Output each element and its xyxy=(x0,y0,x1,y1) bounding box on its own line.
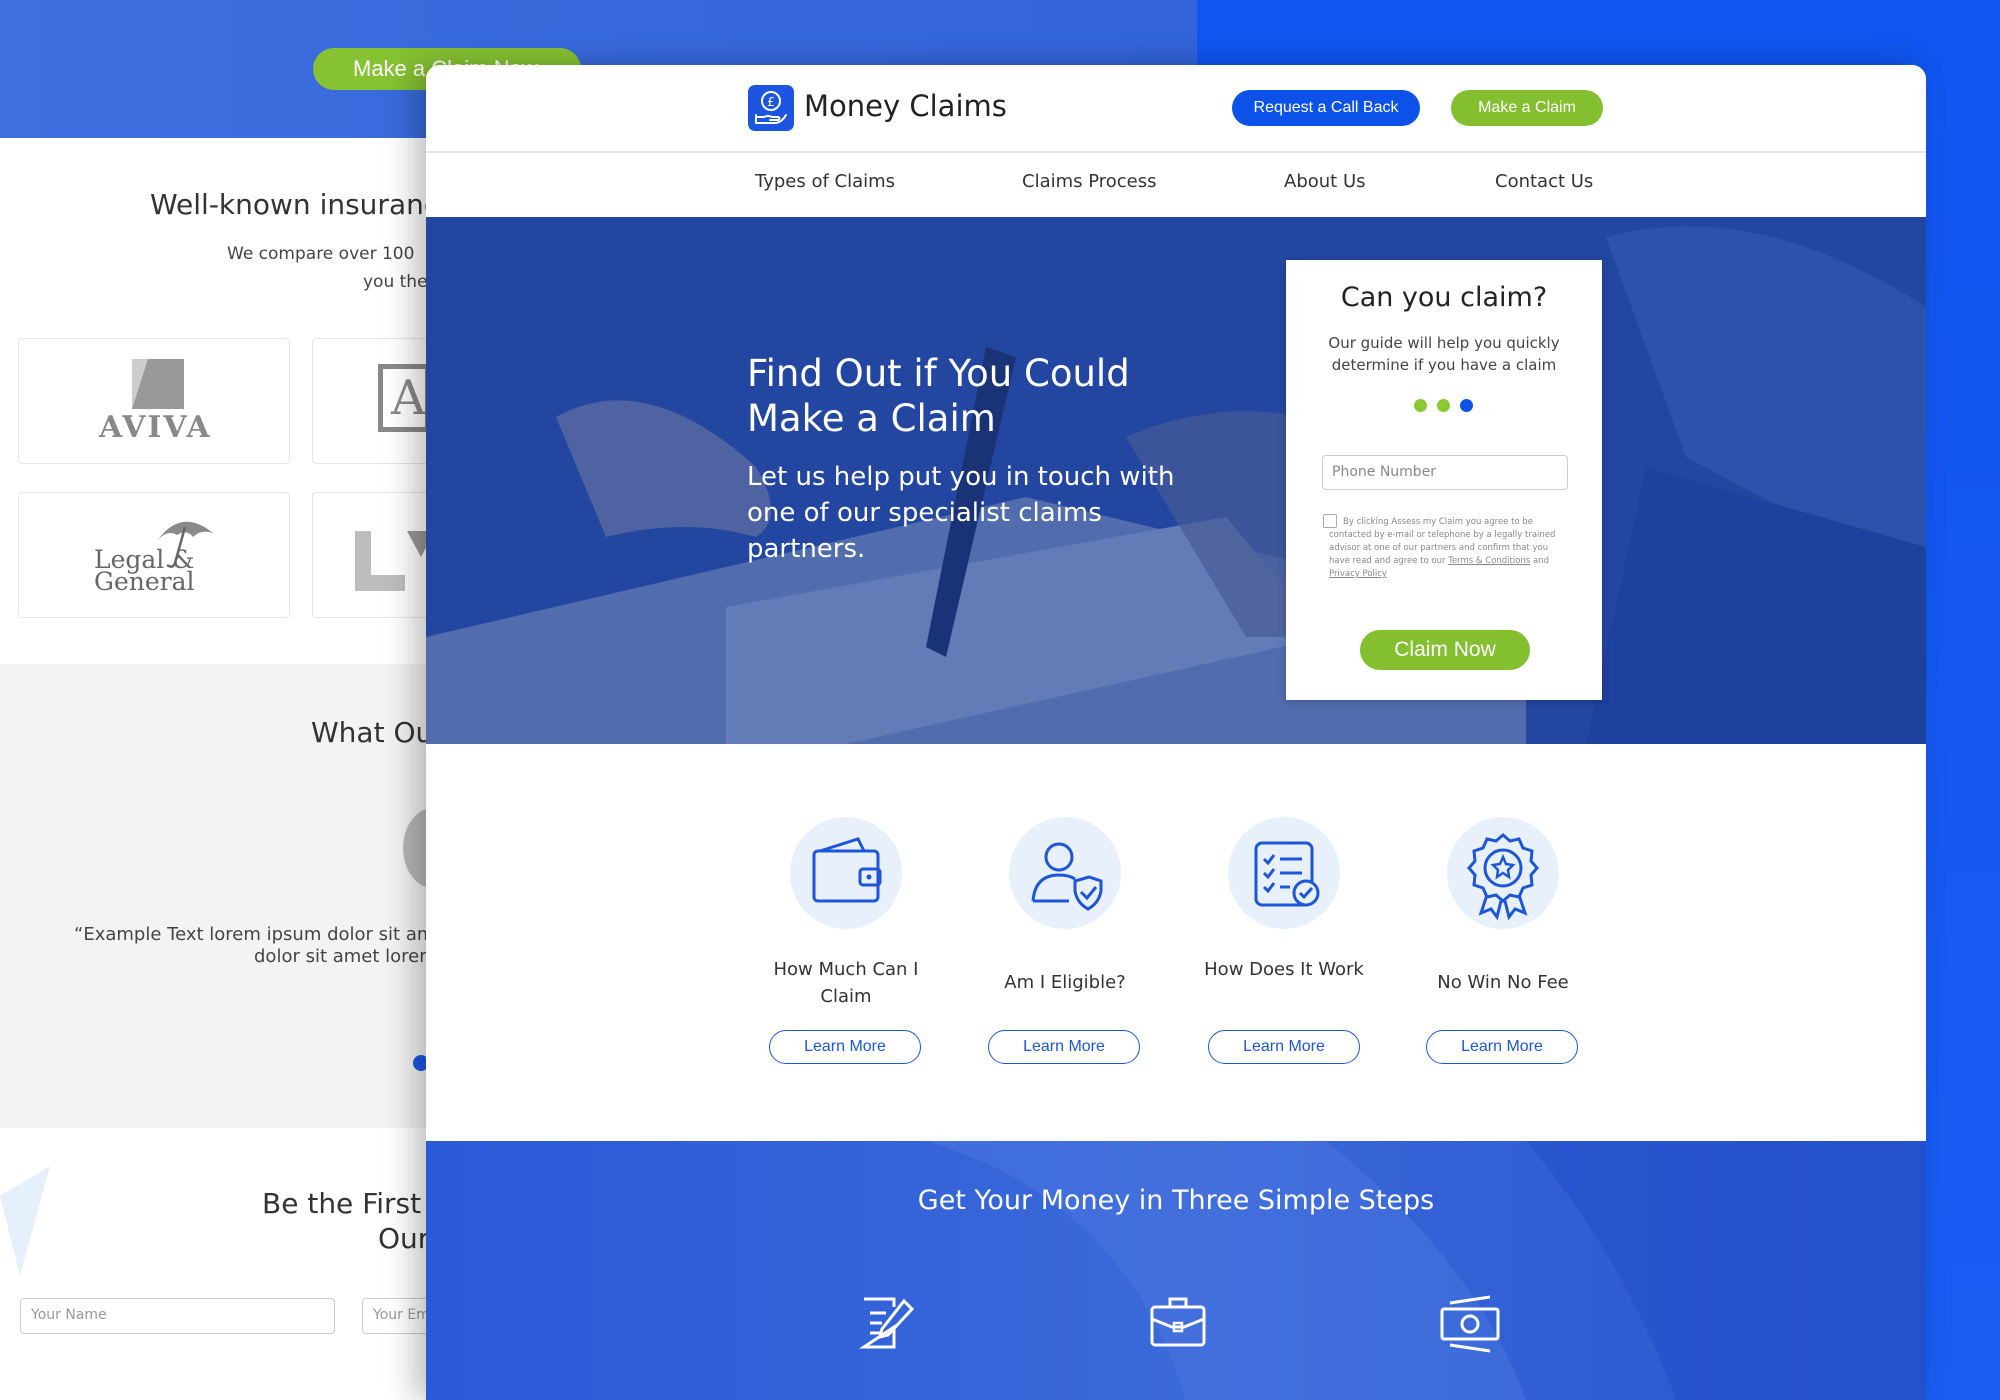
nav-contact-us[interactable]: Contact Us xyxy=(1495,171,1593,192)
checklist-icon xyxy=(1228,817,1340,929)
insurers-text-2: you the xyxy=(363,272,428,292)
steps-title: Get Your Money in Three Simple Steps xyxy=(917,1185,1435,1216)
step-dot xyxy=(1437,399,1450,412)
aviva-logo-card: AVIVA xyxy=(18,338,290,464)
brand-name[interactable]: Money Claims xyxy=(804,89,1007,123)
wallet-icon xyxy=(790,817,902,929)
svg-text:£: £ xyxy=(767,95,775,109)
learn-more-button[interactable]: Learn More xyxy=(1426,1030,1578,1064)
newsletter-title-2: Our xyxy=(378,1222,430,1255)
phone-number-input[interactable]: Phone Number xyxy=(1322,455,1568,490)
step-dot-active xyxy=(1460,399,1473,412)
privacy-link[interactable]: Privacy Policy xyxy=(1329,569,1387,579)
learn-more-button[interactable]: Learn More xyxy=(1208,1030,1360,1064)
insurers-title: Well-known insuranc xyxy=(150,188,440,221)
a-logo-icon: A xyxy=(378,364,430,432)
request-callback-button[interactable]: Request a Call Back xyxy=(1232,90,1420,126)
make-claim-button[interactable]: Make a Claim xyxy=(1451,90,1603,126)
hero-subtitle: Let us help put you in touch with one of… xyxy=(747,462,1175,564)
learn-more-button[interactable]: Learn More xyxy=(988,1030,1140,1064)
paper-plane-icon xyxy=(0,1166,50,1276)
review-quote-2: dolor sit amet lorem xyxy=(254,946,437,967)
feature-label: How Does It Work xyxy=(1204,959,1364,980)
claim-form-card: Can you claim? Our guide will help you q… xyxy=(1286,260,1602,700)
lv-logo-icon xyxy=(355,531,435,591)
feature-label: How Much Can I Claim xyxy=(773,959,919,1007)
hero-title: Find Out if You Could Make a Claim xyxy=(747,352,1130,440)
user-shield-icon xyxy=(1009,817,1121,929)
steps-section: Get Your Money in Three Simple Steps xyxy=(426,1141,1926,1400)
nav-about-us[interactable]: About Us xyxy=(1284,171,1366,192)
reviews-title: What Ou xyxy=(311,716,434,749)
aviva-flag-icon xyxy=(132,359,184,409)
terms-link[interactable]: Terms & Conditions xyxy=(1448,556,1530,566)
terms-text: By clicking Assess my Claim you agree to… xyxy=(1329,517,1556,579)
nav-types-of-claims[interactable]: Types of Claims xyxy=(755,171,895,192)
review-quote: “Example Text lorem ipsum dolor sit am xyxy=(74,924,435,945)
claim-now-button[interactable]: Claim Now xyxy=(1360,630,1530,670)
learn-more-button[interactable]: Learn More xyxy=(769,1030,921,1064)
name-input[interactable]: Your Name xyxy=(20,1298,335,1334)
legal-general-logo: Legal & General xyxy=(94,545,195,596)
legal-general-logo-card: Legal & General xyxy=(18,492,290,618)
award-badge-icon xyxy=(1447,817,1559,929)
step-dot xyxy=(1414,399,1427,412)
insurers-text: We compare over 100 xyxy=(227,244,415,264)
money-hand-icon: £ xyxy=(748,85,794,131)
steps-background-image xyxy=(926,1141,1926,1400)
hero-section: Find Out if You Could Make a Claim Let u… xyxy=(426,217,1926,744)
aviva-logo: AVIVA xyxy=(99,410,212,445)
nav-claims-process[interactable]: Claims Process xyxy=(1022,171,1157,192)
feature-label: Am I Eligible? xyxy=(1004,972,1126,993)
newsletter-title: Be the First xyxy=(262,1187,422,1220)
site-header: £ Money Claims Request a Call Back Make … xyxy=(426,65,1926,153)
main-page-window: £ Money Claims Request a Call Back Make … xyxy=(426,65,1926,1400)
claim-form-title: Can you claim? xyxy=(1340,282,1548,313)
edit-document-icon xyxy=(859,1297,915,1349)
feature-label: No Win No Fee xyxy=(1437,972,1569,993)
claim-form-subtitle: Our guide will help you quickly determin… xyxy=(1328,334,1560,374)
briefcase-icon xyxy=(1150,1297,1206,1347)
cash-icon xyxy=(1440,1295,1500,1353)
